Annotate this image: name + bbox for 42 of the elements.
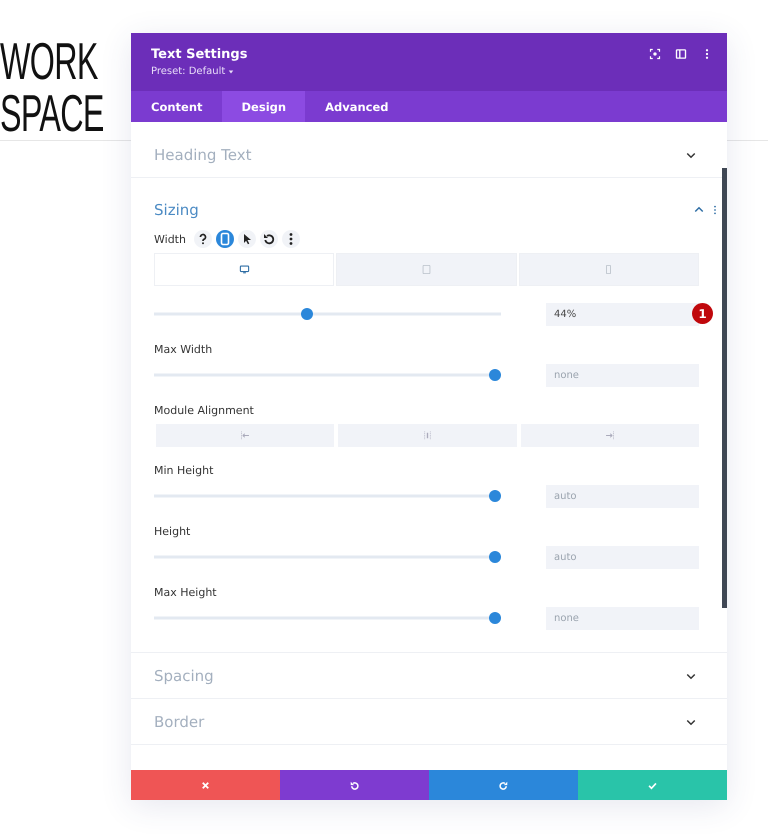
align-right-icon (604, 430, 616, 441)
undo-icon[interactable] (260, 230, 278, 248)
logo-text: SPACE (0, 88, 104, 140)
help-icon[interactable] (194, 230, 212, 248)
value-field[interactable]: 44% (546, 302, 699, 326)
field-label: Module Alignment (154, 404, 254, 416)
number-badge: 1 (692, 303, 713, 324)
field-label: Width (154, 232, 186, 246)
undo-icon (349, 780, 360, 790)
tab[interactable]: Advanced (305, 91, 408, 122)
panel-title: Text Settings (151, 47, 248, 63)
phone-icon[interactable] (216, 230, 234, 248)
value-field[interactable]: auto (546, 484, 699, 508)
tab[interactable]: Content (131, 91, 222, 122)
align-left-icon (240, 430, 251, 441)
slider-thumb[interactable] (489, 612, 501, 624)
desktop-icon (238, 264, 250, 275)
close-icon (200, 780, 211, 790)
more-icon[interactable] (282, 230, 300, 248)
field-label: Max Width (154, 342, 212, 356)
value-field[interactable]: none (546, 606, 699, 630)
field-label: Height (154, 524, 190, 538)
focus-icon[interactable] (649, 48, 661, 60)
slider-thumb[interactable] (489, 369, 501, 381)
cursor-icon[interactable] (238, 230, 256, 248)
logo-text: WORK (0, 36, 98, 88)
scrollbar[interactable] (722, 168, 727, 608)
slider-thumb[interactable] (489, 551, 501, 563)
redo-icon (498, 780, 509, 790)
align-center-icon (422, 430, 433, 441)
slider-thumb[interactable] (489, 490, 501, 502)
value-field[interactable]: auto (546, 546, 699, 568)
field-label: Min Height (154, 464, 214, 476)
field-label: Max Height (154, 586, 217, 598)
tablet-icon (420, 264, 432, 275)
preset-dropdown[interactable]: Preset: Default (151, 66, 234, 77)
value-field[interactable]: none (546, 364, 699, 386)
caret-icon (228, 68, 234, 74)
section-title[interactable]: Sizing (154, 200, 199, 218)
tab[interactable]: Design (222, 91, 306, 122)
sidebar-icon[interactable] (675, 48, 687, 60)
slider-thumb[interactable] (301, 308, 314, 320)
